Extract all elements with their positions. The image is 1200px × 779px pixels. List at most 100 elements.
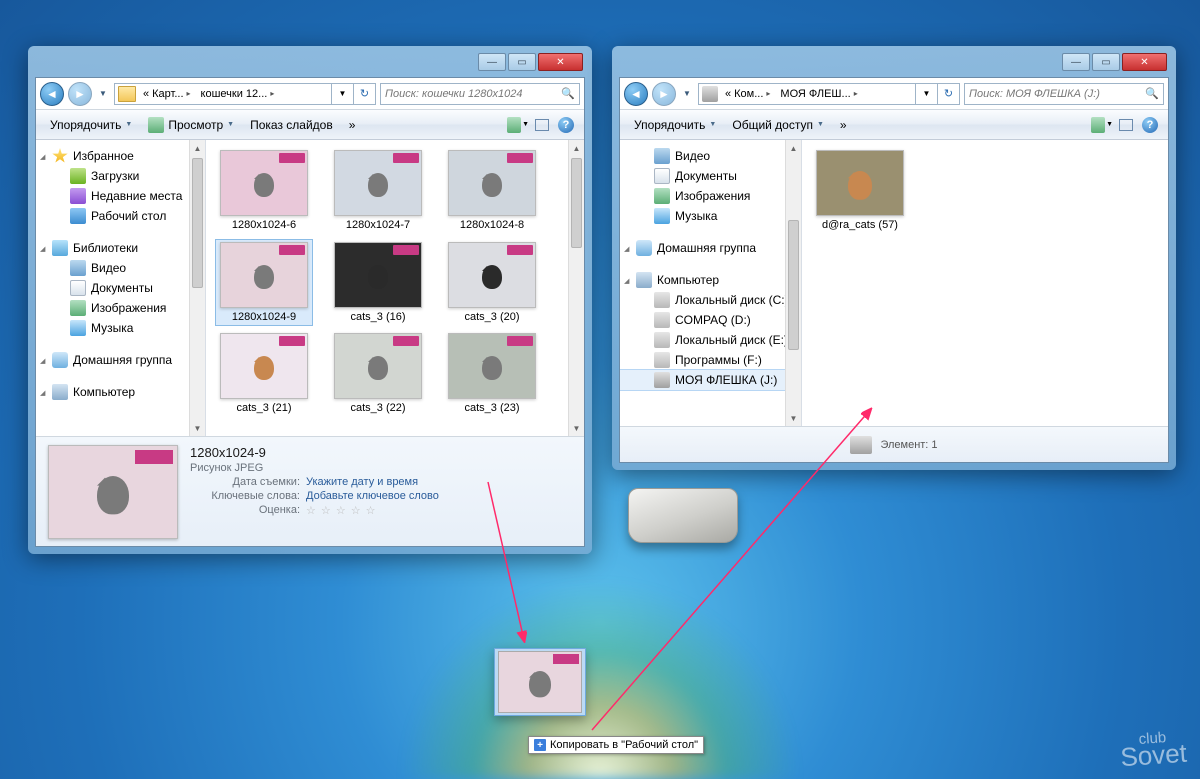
nav-images[interactable]: Изображения: [620, 186, 801, 206]
refresh-button[interactable]: ↻: [353, 83, 375, 105]
forward-button[interactable]: ►: [652, 82, 676, 106]
nav-disk-e[interactable]: Локальный диск (E:): [620, 330, 801, 350]
file-label: cats_3 (23): [464, 402, 519, 415]
breadcrumb-prev[interactable]: « Ком...▸: [721, 84, 776, 104]
help-button[interactable]: ?: [555, 114, 577, 136]
toolbar-overflow[interactable]: »: [832, 114, 855, 136]
nav-disk-d[interactable]: COMPAQ (D:): [620, 310, 801, 330]
nav-disk-c[interactable]: Локальный диск (C:): [620, 290, 801, 310]
breadcrumb-current[interactable]: МОЯ ФЛЕШ...▸: [776, 84, 863, 104]
minimize-button[interactable]: —: [478, 53, 506, 71]
file-thumbnail[interactable]: cats_3 (21): [216, 331, 312, 417]
file-thumbnail[interactable]: 1280x1024-6: [216, 148, 312, 234]
libraries-icon: [52, 240, 68, 256]
nav-libraries[interactable]: Библиотеки: [36, 238, 205, 258]
nav-downloads[interactable]: Загрузки: [36, 166, 205, 186]
nav-video[interactable]: Видео: [36, 258, 205, 278]
details-type: Рисунок JPEG: [190, 462, 439, 474]
address-dropdown[interactable]: ▼: [915, 83, 937, 105]
nav-documents[interactable]: Документы: [620, 166, 801, 186]
toolbar-view[interactable]: Просмотр▼: [140, 113, 242, 137]
maximize-button[interactable]: ▭: [508, 53, 536, 71]
help-button[interactable]: ?: [1139, 114, 1161, 136]
details-rating-stars[interactable]: ☆ ☆ ☆ ☆ ☆: [306, 504, 377, 517]
content-pane[interactable]: 1280x1024-61280x1024-71280x1024-8 1280x10…: [206, 140, 584, 436]
breadcrumb-current[interactable]: кошечки 12...▸: [197, 84, 281, 104]
toolbar-share[interactable]: Общий доступ▼: [724, 114, 832, 136]
images-icon: [70, 300, 86, 316]
nav-disk-j[interactable]: МОЯ ФЛЕШКА (J:): [620, 370, 801, 390]
forward-button[interactable]: ►: [68, 82, 92, 106]
titlebar: — ▭ ✕: [35, 53, 585, 73]
details-date-label: Дата съемки:: [190, 476, 300, 488]
maximize-button[interactable]: ▭: [1092, 53, 1120, 71]
nav-computer[interactable]: Компьютер: [620, 270, 801, 290]
preview-pane-button[interactable]: [531, 114, 553, 136]
file-thumbnail[interactable]: cats_3 (20): [444, 240, 540, 326]
nav-music[interactable]: Музыка: [36, 318, 205, 338]
breadcrumb-prev[interactable]: « Карт...▸: [139, 84, 197, 104]
sidebar-scrollbar[interactable]: ▲ ▼: [189, 140, 205, 436]
preview-pane-button[interactable]: [1115, 114, 1137, 136]
thumbnail-image: [448, 242, 536, 308]
nav-computer[interactable]: Компьютер: [36, 382, 205, 402]
hdd-icon: [654, 332, 670, 348]
toolbar-organize[interactable]: Упорядочить▼: [626, 114, 724, 136]
desktop-drive-icon[interactable]: [628, 488, 738, 558]
view-mode-button[interactable]: ▼: [1091, 114, 1113, 136]
minimize-button[interactable]: —: [1062, 53, 1090, 71]
address-bar[interactable]: « Ком...▸ МОЯ ФЛЕШ...▸ ▼ ↻: [698, 83, 960, 105]
documents-icon: [654, 168, 670, 184]
nav-documents[interactable]: Документы: [36, 278, 205, 298]
file-thumbnail[interactable]: 1280x1024-7: [330, 148, 426, 234]
watermark: club Sovet: [1118, 731, 1187, 769]
close-button[interactable]: ✕: [538, 53, 583, 71]
nav-favorites[interactable]: Избранное: [36, 146, 205, 166]
address-dropdown[interactable]: ▼: [331, 83, 353, 105]
history-dropdown[interactable]: ▼: [96, 83, 110, 105]
search-box[interactable]: Поиск: кошечки 1280x1024 🔍: [380, 83, 580, 105]
status-text: Элемент: 1: [880, 439, 937, 451]
nav-row: ◄ ► ▼ « Карт...▸ кошечки 12...▸ ▼ ↻ Поис…: [36, 78, 584, 110]
sidebar-scrollbar[interactable]: ▲ ▼: [785, 140, 801, 426]
homegroup-icon: [636, 240, 652, 256]
file-thumbnail[interactable]: 1280x1024-9: [216, 240, 312, 326]
explorer-window-1: — ▭ ✕ ◄ ► ▼ « Карт...▸ кошечки 12...▸ ▼ …: [28, 46, 592, 554]
toolbar-overflow[interactable]: »: [341, 114, 364, 136]
history-dropdown[interactable]: ▼: [680, 83, 694, 105]
thumbnail-image: [334, 242, 422, 308]
refresh-button[interactable]: ↻: [937, 83, 959, 105]
nav-homegroup[interactable]: Домашняя группа: [620, 238, 801, 258]
file-thumbnail[interactable]: cats_3 (23): [444, 331, 540, 417]
status-bar: Элемент: 1: [620, 426, 1168, 462]
content-scrollbar[interactable]: ▲ ▼: [568, 140, 584, 436]
toolbar-slideshow[interactable]: Показ слайдов: [242, 114, 341, 136]
nav-homegroup[interactable]: Домашняя группа: [36, 350, 205, 370]
search-icon: 🔍: [561, 87, 575, 100]
nav-recent[interactable]: Недавние места: [36, 186, 205, 206]
file-thumbnail[interactable]: cats_3 (16): [330, 240, 426, 326]
file-thumbnail[interactable]: cats_3 (22): [330, 331, 426, 417]
close-button[interactable]: ✕: [1122, 53, 1167, 71]
explorer-window-2: — ▭ ✕ ◄ ► ▼ « Ком...▸ МОЯ ФЛЕШ...▸ ▼ ↻ П…: [612, 46, 1176, 470]
file-thumbnail[interactable]: d@ra_cats (57): [812, 148, 908, 234]
nav-desktop[interactable]: Рабочий стол: [36, 206, 205, 226]
back-button[interactable]: ◄: [40, 82, 64, 106]
address-bar[interactable]: « Карт...▸ кошечки 12...▸ ▼ ↻: [114, 83, 376, 105]
nav-video[interactable]: Видео: [620, 146, 801, 166]
file-thumbnail[interactable]: 1280x1024-8: [444, 148, 540, 234]
details-keys-value[interactable]: Добавьте ключевое слово: [306, 490, 439, 502]
video-icon: [70, 260, 86, 276]
back-button[interactable]: ◄: [624, 82, 648, 106]
nav-images[interactable]: Изображения: [36, 298, 205, 318]
nav-music[interactable]: Музыка: [620, 206, 801, 226]
toolbar-organize[interactable]: Упорядочить▼: [42, 114, 140, 136]
content-pane[interactable]: d@ra_cats (57): [802, 140, 1168, 426]
view-mode-button[interactable]: ▼: [507, 114, 529, 136]
search-box[interactable]: Поиск: МОЯ ФЛЕШКА (J:) 🔍: [964, 83, 1164, 105]
images-icon: [654, 188, 670, 204]
details-date-value[interactable]: Укажите дату и время: [306, 476, 418, 488]
nav-disk-f[interactable]: Программы (F:): [620, 350, 801, 370]
help-icon: ?: [558, 117, 574, 133]
drive-icon: [850, 436, 872, 454]
